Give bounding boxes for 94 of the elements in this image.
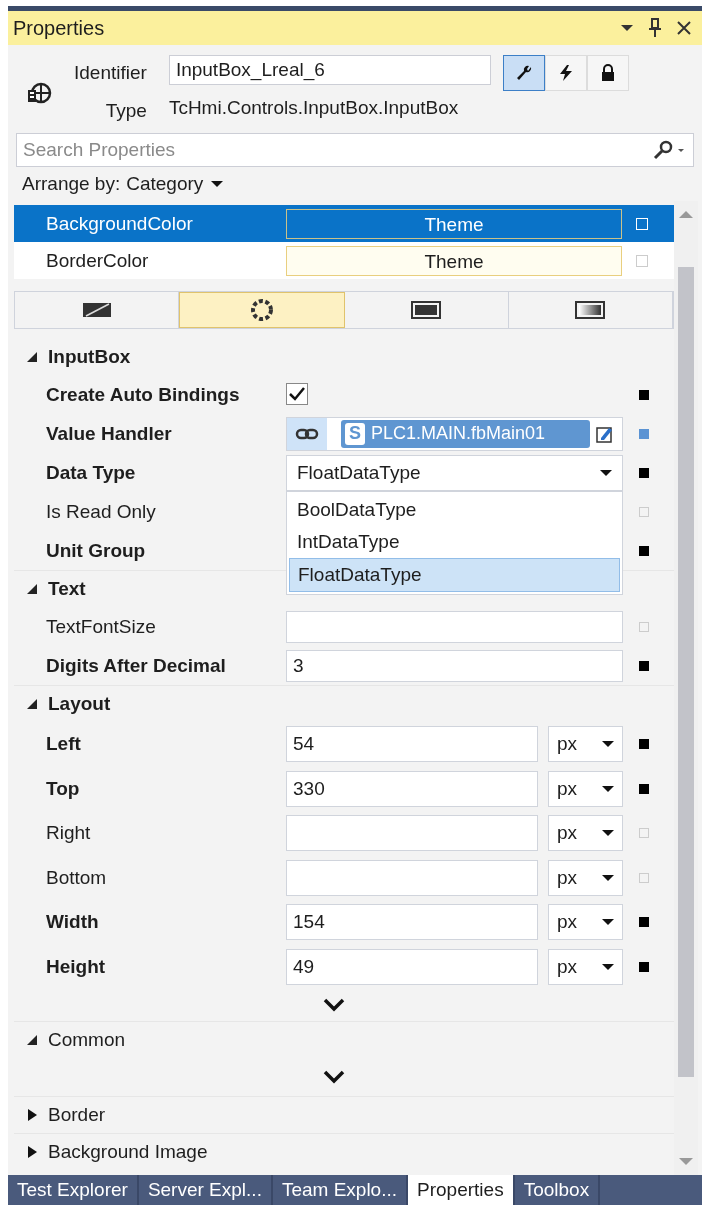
caret-icon	[602, 740, 614, 749]
dropdown-option[interactable]: IntDataType	[289, 525, 620, 558]
property-name: Value Handler	[46, 422, 173, 445]
property-name: Create Auto Bindings	[46, 383, 241, 406]
value-source-marker[interactable]	[639, 783, 649, 794]
property-name: Width	[46, 911, 100, 934]
show-more-chevron-icon[interactable]	[323, 1070, 345, 1084]
category-name: Layout	[48, 693, 111, 715]
unit-dropdown[interactable]: px	[548, 815, 623, 852]
caret-icon	[602, 918, 614, 927]
value-field[interactable]: 330	[286, 770, 538, 807]
value-field[interactable]	[286, 610, 623, 643]
value-source-marker[interactable]	[639, 389, 649, 400]
properties-view-button[interactable]	[502, 55, 545, 91]
lock-icon	[600, 64, 615, 82]
lightning-icon	[557, 64, 574, 82]
collapse-triangle-icon[interactable]	[26, 351, 38, 363]
collapse-triangle-icon[interactable]	[26, 583, 38, 595]
expand-triangle-icon[interactable]	[26, 1108, 38, 1122]
identifier-label: Identifier	[74, 62, 147, 84]
property-name: Digits After Decimal	[46, 654, 227, 677]
unit-dropdown[interactable]: px	[548, 726, 623, 763]
pin-icon[interactable]	[648, 18, 662, 38]
value-source-marker[interactable]	[639, 545, 649, 556]
gradient-rectangle-icon	[575, 301, 606, 319]
caret-icon	[602, 873, 614, 882]
caret-icon	[211, 180, 224, 188]
value-source-marker[interactable]	[639, 467, 649, 478]
unit-dropdown[interactable]: px	[548, 859, 623, 896]
property-name: Data Type	[46, 461, 137, 484]
expand-triangle-icon[interactable]	[26, 1145, 38, 1159]
show-more-chevron-icon[interactable]	[323, 998, 345, 1012]
filled-rectangle-icon	[411, 301, 442, 319]
value-source-marker[interactable]	[639, 828, 649, 839]
arrange-dropdown[interactable]: Category	[126, 173, 224, 195]
value-field[interactable]	[286, 815, 538, 852]
category-name: Background Image	[48, 1141, 208, 1163]
unit-dropdown[interactable]: px	[548, 770, 623, 807]
permissions-view-button[interactable]	[586, 55, 629, 91]
value-source-marker[interactable]	[639, 660, 649, 671]
property-name: Is Read Only	[46, 500, 157, 523]
value-source-marker[interactable]	[639, 917, 649, 928]
unit-dropdown[interactable]: px	[548, 904, 623, 941]
type-value: TcHmi.Controls.InputBox.InputBox	[168, 97, 460, 119]
link-icon[interactable]	[295, 426, 319, 441]
window-title: Properties	[13, 16, 106, 40]
value-source-marker[interactable]	[639, 872, 649, 883]
events-view-button[interactable]	[544, 55, 587, 91]
category-name: Border	[48, 1104, 106, 1126]
caret-icon	[600, 468, 612, 477]
property-name: Left	[46, 733, 82, 756]
dropdown-option[interactable]: BoolDataType	[289, 493, 620, 526]
value-source-marker[interactable]	[639, 739, 649, 750]
data-type-dropdown[interactable]: FloatDataType	[286, 454, 623, 491]
slashed-rectangle-icon	[81, 302, 112, 318]
property-name: TextFontSize	[46, 615, 157, 638]
caret-icon	[602, 962, 614, 971]
bottom-tab[interactable]: Properties	[408, 1175, 515, 1205]
value-field[interactable]: 54	[286, 726, 538, 763]
property-name: Unit Group	[46, 539, 147, 562]
category-name: InputBox	[48, 346, 131, 368]
control-icon	[26, 81, 52, 105]
value-source-marker[interactable]	[639, 961, 649, 972]
property-name: Height	[46, 955, 107, 978]
value-field[interactable]	[286, 859, 538, 896]
search-field[interactable]: Search Properties	[16, 133, 694, 167]
theme-brush-tab[interactable]	[179, 292, 345, 328]
dropdown-option[interactable]: FloatDataType	[289, 557, 620, 592]
property-name: Bottom	[46, 866, 108, 889]
value-source-marker[interactable]	[639, 428, 649, 439]
collapse-triangle-icon[interactable]	[26, 698, 38, 710]
color-property-row[interactable]: BackgroundColor Theme	[14, 205, 674, 242]
arrange-label: Arrange by:	[22, 173, 121, 195]
value-field[interactable]: 3	[286, 649, 623, 682]
search-icon[interactable]	[652, 140, 686, 160]
category-name: Text	[48, 578, 86, 600]
dropdown-caret-icon[interactable]	[620, 23, 634, 33]
collapse-triangle-icon[interactable]	[26, 1034, 38, 1046]
value-source-marker[interactable]	[639, 506, 649, 517]
caret-icon	[602, 784, 614, 793]
value-source-marker[interactable]	[639, 621, 649, 632]
identifier-field[interactable]: InputBox_Lreal_6	[168, 55, 491, 85]
close-icon[interactable]	[676, 20, 692, 36]
type-label: Type	[104, 100, 147, 122]
unit-dropdown[interactable]: px	[548, 948, 623, 985]
color-property-row[interactable]: BorderColor Theme	[14, 242, 674, 279]
dotted-circle-icon	[248, 297, 275, 323]
checkbox[interactable]	[286, 382, 308, 405]
property-name: Right	[46, 822, 92, 845]
category-name: Common	[48, 1029, 126, 1051]
value-field[interactable]: 154	[286, 904, 538, 941]
value-field[interactable]: 49	[286, 948, 538, 985]
property-name: Top	[46, 777, 81, 800]
caret-icon	[602, 829, 614, 838]
